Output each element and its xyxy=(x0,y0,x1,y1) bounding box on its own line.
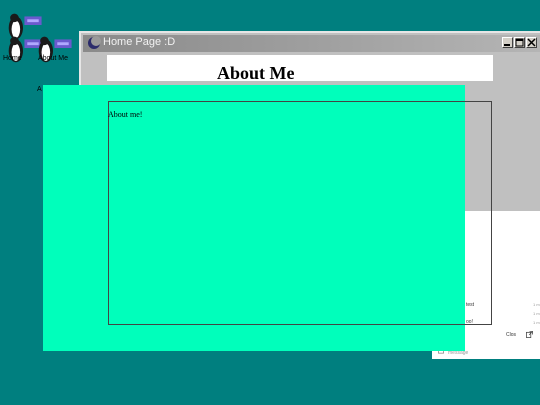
desktop-icon-about-me-label: About Me xyxy=(38,55,68,62)
maximize-icon xyxy=(515,38,524,47)
message-input[interactable]: message xyxy=(448,350,508,357)
penguin-icon xyxy=(38,36,72,63)
page-heading: About Me xyxy=(217,63,295,83)
minimize-icon xyxy=(504,44,510,46)
desktop-icon-home-label: Home xyxy=(3,55,22,62)
close-icon xyxy=(527,38,536,47)
chat-timestamp: 1 m xyxy=(533,320,540,325)
window-content-area xyxy=(107,55,493,81)
minimize-button[interactable] xyxy=(502,37,513,48)
about-me-text: About me! xyxy=(108,110,143,119)
moon-icon xyxy=(88,36,101,49)
chat-close-button[interactable]: Clos xyxy=(506,332,516,338)
close-button[interactable] xyxy=(526,37,537,48)
maximize-button[interactable] xyxy=(514,37,525,48)
desktop-icon-unnamed[interactable] xyxy=(3,5,42,40)
desktop-icon-home[interactable] xyxy=(3,28,42,63)
about-me-content-box xyxy=(108,101,492,325)
chat-timestamp: 1 m xyxy=(533,311,540,316)
stray-text: A xyxy=(37,86,42,93)
external-link-icon[interactable] xyxy=(526,331,533,338)
window-title: Home Page :D xyxy=(103,36,176,48)
chat-timestamp: 1 m xyxy=(533,302,540,307)
window-titlebar[interactable]: Home Page :D xyxy=(83,35,540,52)
desktop-icon-about-me[interactable] xyxy=(33,28,72,63)
